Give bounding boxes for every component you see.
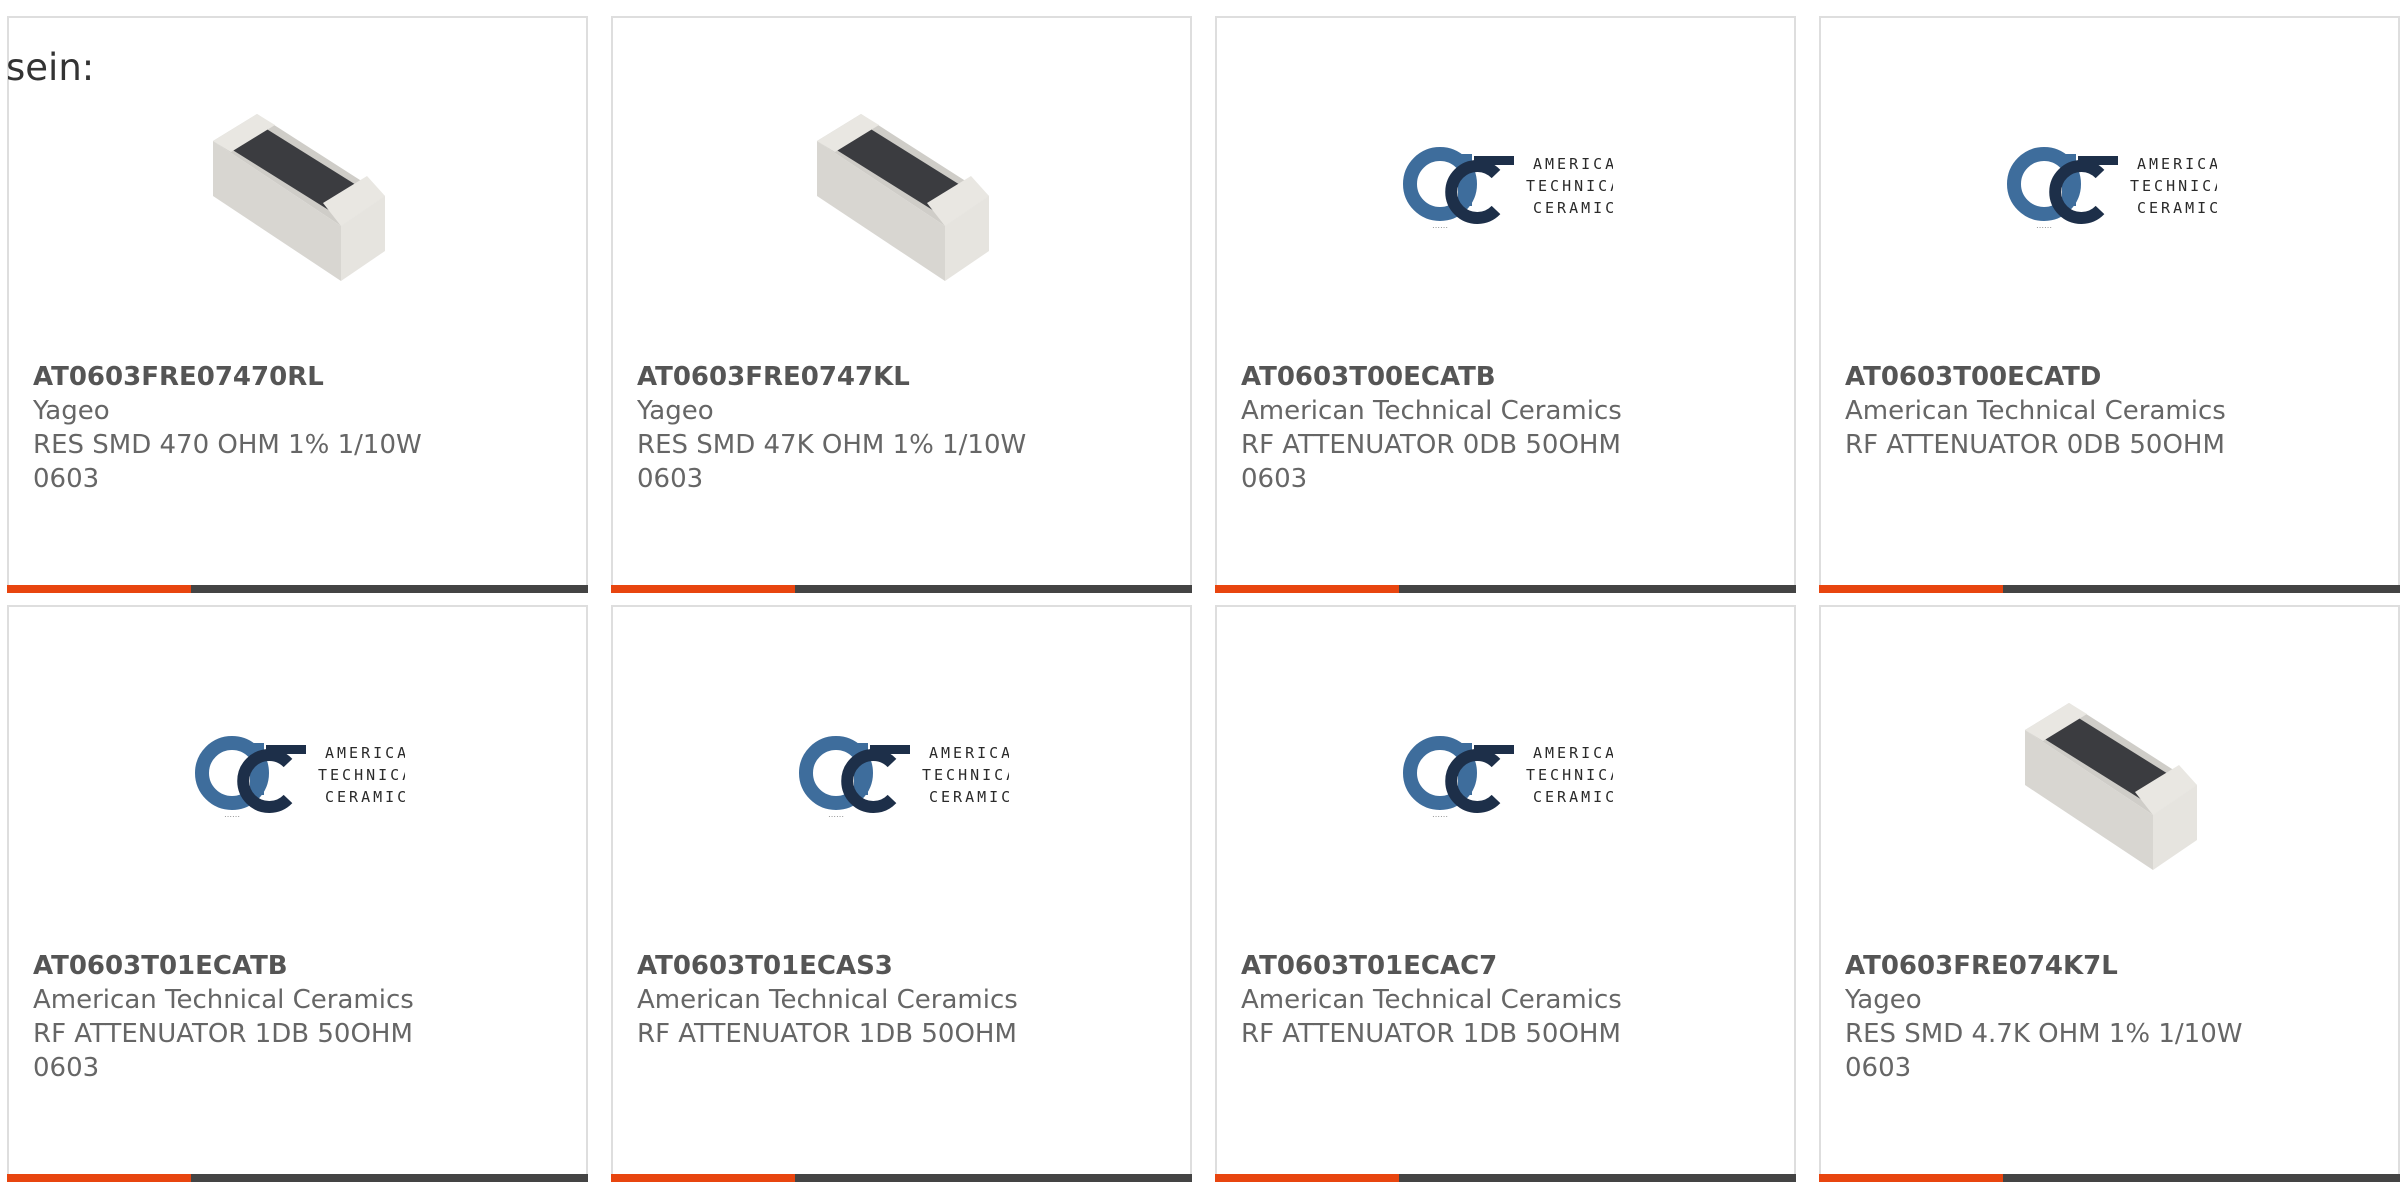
logo-text-line: TECHNICAL bbox=[318, 766, 405, 784]
manufacturer-name: Yageo bbox=[637, 396, 714, 426]
product-card[interactable]: ⋯⋯ AMERICAN TECHNICAL CERAMICS AT0603T00… bbox=[1215, 16, 1796, 593]
atc-logo: ⋯⋯ AMERICAN TECHNICAL CERAMICS bbox=[195, 735, 405, 821]
card-accent-bar bbox=[7, 585, 191, 593]
atc-logo: ⋯⋯ AMERICAN TECHNICAL CERAMICS bbox=[1403, 735, 1613, 821]
card-accent-bar bbox=[1215, 585, 1399, 593]
logo-text-line: CERAMICS bbox=[929, 788, 1009, 806]
product-package: 0603 bbox=[33, 464, 100, 494]
product-description: RF ATTENUATOR 0DB 50OHM bbox=[1845, 430, 2225, 460]
product-description: RF ATTENUATOR 0DB 50OHM bbox=[1241, 430, 1621, 460]
part-number[interactable]: AT0603FRE074K7L bbox=[1845, 949, 2378, 983]
logo-text-line: TECHNICAL bbox=[1526, 177, 1613, 195]
product-description: RF ATTENUATOR 1DB 50OHM bbox=[637, 1019, 1017, 1049]
product-image[interactable]: ⋯⋯ AMERICAN TECHNICAL CERAMICS bbox=[613, 675, 1190, 880]
manufacturer-name: Yageo bbox=[33, 396, 110, 426]
card-bottom-bar bbox=[611, 1174, 1192, 1182]
atc-logo: ⋯⋯ AMERICAN TECHNICAL CERAMICS bbox=[1403, 146, 1613, 232]
product-package: 0603 bbox=[33, 1053, 100, 1083]
card-bottom-bar bbox=[611, 585, 1192, 593]
product-package: 0603 bbox=[637, 464, 704, 494]
atc-logo: ⋯⋯ AMERICAN TECHNICAL CERAMICS bbox=[2007, 146, 2217, 232]
manufacturer-name: American Technical Ceramics bbox=[1241, 985, 1622, 1015]
atc-logo: ⋯⋯ AMERICAN TECHNICAL CERAMICS bbox=[799, 735, 1009, 821]
product-package: 0603 bbox=[1845, 1053, 1912, 1083]
resistor-chip-image bbox=[2006, 674, 2213, 881]
logo-text-line: AMERICAN bbox=[2137, 155, 2217, 173]
product-image[interactable]: ⋯⋯ AMERICAN TECHNICAL CERAMICS bbox=[1217, 675, 1794, 880]
product-card[interactable]: ⋯⋯ AMERICAN TECHNICAL CERAMICS AT0603T01… bbox=[7, 605, 588, 1182]
product-description: RES SMD 470 OHM 1% 1/10W bbox=[33, 430, 422, 460]
card-bottom-bar bbox=[1215, 1174, 1796, 1182]
product-description: RF ATTENUATOR 1DB 50OHM bbox=[1241, 1019, 1621, 1049]
product-image[interactable]: ⋯⋯ AMERICAN TECHNICAL CERAMICS bbox=[9, 675, 586, 880]
product-image[interactable] bbox=[613, 85, 1190, 292]
card-bottom-bar bbox=[1215, 585, 1796, 593]
product-card[interactable]: ⋯⋯ AMERICAN TECHNICAL CERAMICS AT0603T01… bbox=[611, 605, 1192, 1182]
product-description: RES SMD 4.7K OHM 1% 1/10W bbox=[1845, 1019, 2243, 1049]
card-accent-bar bbox=[611, 585, 795, 593]
product-card[interactable]: ⋯⋯ AMERICAN TECHNICAL CERAMICS AT0603T01… bbox=[1215, 605, 1796, 1182]
manufacturer-name: American Technical Ceramics bbox=[1845, 396, 2226, 426]
part-number[interactable]: AT0603FRE07470RL bbox=[33, 360, 566, 394]
part-number[interactable]: AT0603T00ECATB bbox=[1241, 360, 1774, 394]
product-card[interactable]: AT0603FRE074K7L Yageo RES SMD 4.7K OHM 1… bbox=[1819, 605, 2400, 1182]
product-image[interactable] bbox=[9, 85, 586, 292]
product-image[interactable]: ⋯⋯ AMERICAN TECHNICAL CERAMICS bbox=[1821, 86, 2398, 291]
manufacturer-name: Yageo bbox=[1845, 985, 1922, 1015]
logo-text-line: CERAMICS bbox=[1533, 788, 1613, 806]
product-card[interactable]: AT0603FRE0747KL Yageo RES SMD 47K OHM 1%… bbox=[611, 16, 1192, 593]
product-card[interactable]: ⋯⋯ AMERICAN TECHNICAL CERAMICS AT0603T00… bbox=[1819, 16, 2400, 593]
card-bottom-bar bbox=[7, 1174, 588, 1182]
product-image[interactable]: ⋯⋯ AMERICAN TECHNICAL CERAMICS bbox=[1217, 86, 1794, 291]
intro-text: sein: bbox=[6, 46, 95, 89]
logo-text-line: CERAMICS bbox=[325, 788, 405, 806]
logo-text-line: AMERICAN bbox=[929, 744, 1009, 762]
logo-text-line: TECHNICAL bbox=[1526, 766, 1613, 784]
card-accent-bar bbox=[611, 1174, 795, 1182]
svg-text:⋯⋯: ⋯⋯ bbox=[2036, 223, 2052, 232]
card-accent-bar bbox=[1819, 1174, 2003, 1182]
product-description: RES SMD 47K OHM 1% 1/10W bbox=[637, 430, 1027, 460]
card-accent-bar bbox=[1215, 1174, 1399, 1182]
card-bottom-bar bbox=[1819, 1174, 2400, 1182]
logo-text-line: TECHNICAL bbox=[2130, 177, 2217, 195]
resistor-chip-image bbox=[194, 85, 401, 292]
product-package: 0603 bbox=[1241, 464, 1308, 494]
svg-text:⋯⋯: ⋯⋯ bbox=[828, 812, 844, 821]
svg-text:⋯⋯: ⋯⋯ bbox=[1432, 812, 1448, 821]
logo-text-line: AMERICAN bbox=[1533, 744, 1613, 762]
manufacturer-name: American Technical Ceramics bbox=[33, 985, 414, 1015]
svg-text:⋯⋯: ⋯⋯ bbox=[1432, 223, 1448, 232]
logo-text-line: TECHNICAL bbox=[922, 766, 1009, 784]
card-accent-bar bbox=[7, 1174, 191, 1182]
manufacturer-name: American Technical Ceramics bbox=[1241, 396, 1622, 426]
svg-text:⋯⋯: ⋯⋯ bbox=[224, 812, 240, 821]
part-number[interactable]: AT0603T01ECAC7 bbox=[1241, 949, 1774, 983]
part-number[interactable]: AT0603T01ECATB bbox=[33, 949, 566, 983]
part-number[interactable]: AT0603FRE0747KL bbox=[637, 360, 1170, 394]
logo-text-line: AMERICAN bbox=[1533, 155, 1613, 173]
logo-text-line: CERAMICS bbox=[1533, 199, 1613, 217]
logo-text-line: AMERICAN bbox=[325, 744, 405, 762]
product-description: RF ATTENUATOR 1DB 50OHM bbox=[33, 1019, 413, 1049]
card-bottom-bar bbox=[7, 585, 588, 593]
logo-text-line: CERAMICS bbox=[2137, 199, 2217, 217]
card-accent-bar bbox=[1819, 585, 2003, 593]
product-card[interactable]: AT0603FRE07470RL Yageo RES SMD 470 OHM 1… bbox=[7, 16, 588, 593]
card-bottom-bar bbox=[1819, 585, 2400, 593]
resistor-chip-image bbox=[798, 85, 1005, 292]
part-number[interactable]: AT0603T01ECAS3 bbox=[637, 949, 1170, 983]
manufacturer-name: American Technical Ceramics bbox=[637, 985, 1018, 1015]
part-number[interactable]: AT0603T00ECATD bbox=[1845, 360, 2378, 394]
product-image[interactable] bbox=[1821, 674, 2398, 881]
